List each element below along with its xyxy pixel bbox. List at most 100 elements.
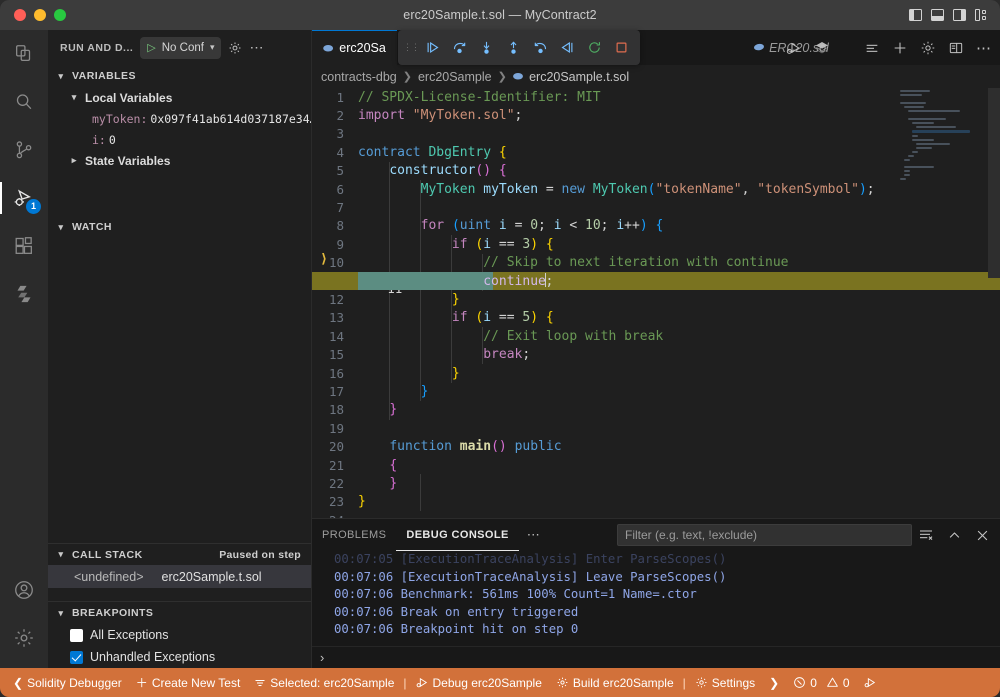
status-selected-project[interactable]: Selected: erc20Sample (247, 668, 401, 697)
debug-configuration-dropdown[interactable]: ▷ No Conf ▾ (140, 36, 222, 59)
section-breakpoints[interactable]: ▾ BREAKPOINTS (48, 602, 311, 624)
variable-row[interactable]: i: 0 (48, 129, 311, 150)
status-error-count[interactable]: 0 (786, 668, 824, 697)
breadcrumb-item-folder[interactable]: contracts-dbg (321, 70, 397, 84)
reverse-continue-button[interactable] (528, 35, 553, 61)
chevron-down-icon: ▾ (58, 70, 64, 81)
breadcrumb-item-file[interactable]: erc20Sample.t.sol (529, 70, 629, 84)
debug-console-output[interactable]: 00:07:05 [ExecutionTraceAnalysis] Enter … (312, 551, 1000, 646)
breadcrumb-item-subfolder[interactable]: erc20Sample (418, 70, 492, 84)
activitybar-item-manage[interactable] (0, 614, 48, 662)
panel-tab-label: PROBLEMS (322, 529, 387, 541)
debug-console-input[interactable]: › (312, 646, 1000, 668)
code-line: 13 if (i == 5) { (312, 309, 1000, 327)
run-debug-icon[interactable] (786, 40, 802, 56)
debug-settings-gear-icon[interactable] (228, 41, 242, 55)
activitybar-item-run-and-debug[interactable]: 1 (0, 174, 48, 222)
activity-bar: 1 (0, 30, 48, 668)
editor-tab-erc20sample[interactable]: ⬬ erc20Sa (312, 30, 397, 65)
console-filter-input[interactable]: Filter (e.g. text, !exclude) (617, 524, 912, 546)
checkbox-checked-icon[interactable] (70, 650, 83, 664)
status-warning-count[interactable]: 0 (824, 668, 857, 697)
code-line: 12 } (312, 290, 1000, 308)
activitybar-item-solidity[interactable] (0, 270, 48, 318)
breakpoint-unhandled-exceptions[interactable]: Unhandled Exceptions (48, 646, 311, 668)
gear-icon[interactable] (920, 40, 936, 56)
vscode-window: erc20Sample.t.sol — MyContract2 1 RUN AN… (0, 0, 1000, 697)
align-icon[interactable] (864, 40, 880, 56)
step-into-button[interactable] (474, 35, 499, 61)
split-add-icon[interactable] (892, 40, 908, 56)
group-local-variables[interactable]: ▾ Local Variables (48, 87, 311, 108)
panel-more-icon[interactable]: ⋯ (519, 527, 548, 543)
activitybar-item-explorer[interactable] (0, 30, 48, 78)
section-call-stack[interactable]: ▾ CALL STACK Paused on step (48, 543, 311, 565)
panel-icon[interactable] (948, 40, 964, 56)
minimap[interactable] (900, 88, 986, 180)
status-settings[interactable]: Settings (688, 668, 762, 697)
status-label: Settings (711, 675, 756, 690)
status-debug-project[interactable]: Debug erc20Sample (409, 668, 549, 697)
solidity-icon: ⬬ (512, 69, 524, 83)
step-back-button[interactable] (555, 35, 580, 61)
restart-button[interactable] (582, 35, 607, 61)
variable-name: i: (92, 132, 106, 147)
files-icon (13, 43, 35, 65)
line-number: 19 (328, 420, 344, 436)
activitybar-item-search[interactable] (0, 78, 48, 126)
toggle-primary-sidebar-icon[interactable] (909, 9, 922, 21)
status-debug-indicator[interactable] (857, 668, 884, 697)
layers-icon[interactable] (814, 40, 830, 56)
customize-layout-icon[interactable] (975, 9, 988, 21)
code-line: 10 // Skip to next iteration with contin… (312, 254, 1000, 272)
debug-badge: 1 (26, 199, 41, 214)
debug-configuration-label: No Conf (161, 41, 204, 54)
continue-button[interactable] (420, 35, 445, 61)
breakpoint-all-exceptions[interactable]: All Exceptions (48, 624, 311, 646)
collapse-panel-icon[interactable] (947, 528, 962, 543)
toggle-panel-icon[interactable] (931, 9, 944, 21)
editor-tab-label: erc20Sa (339, 41, 386, 55)
bottom-panel: PROBLEMS DEBUG CONSOLE ⋯ Filter (e.g. te… (312, 518, 1000, 668)
status-remote-indicator[interactable]: ❮ Solidity Debugger (6, 668, 129, 697)
status-create-new-test[interactable]: ＋ Create New Test (129, 668, 248, 697)
code-line: 2 import "MyToken.sol"; (312, 106, 1000, 124)
sidebar-more-icon[interactable]: ⋯ (249, 39, 264, 56)
variable-row[interactable]: myToken: 0x097f41ab614d037187e34… (48, 108, 311, 129)
breakpoint-label: Unhandled Exceptions (90, 650, 216, 664)
call-stack-row[interactable]: <undefined> erc20Sample.t.sol (48, 565, 311, 588)
close-window-button[interactable] (14, 9, 26, 21)
activitybar-item-source-control[interactable] (0, 126, 48, 174)
clear-console-icon[interactable] (918, 527, 934, 543)
status-overflow[interactable]: ❯ (762, 668, 786, 697)
minimize-window-button[interactable] (34, 9, 46, 21)
line-number: 6 (336, 181, 344, 197)
grip-icon[interactable]: ⋮⋮ (403, 35, 420, 61)
more-icon[interactable]: ⋯ (976, 39, 992, 57)
step-out-button[interactable] (501, 35, 526, 61)
activitybar-item-accounts[interactable] (0, 566, 48, 614)
line-number: 13 (328, 310, 344, 326)
status-build-project[interactable]: Build erc20Sample (549, 668, 681, 697)
toggle-secondary-sidebar-icon[interactable] (953, 9, 966, 21)
close-panel-icon[interactable] (975, 528, 990, 543)
activitybar-item-extensions[interactable] (0, 222, 48, 270)
status-label: Solidity Debugger (27, 675, 122, 690)
maximize-window-button[interactable] (54, 9, 66, 21)
tab-debug-console[interactable]: DEBUG CONSOLE (396, 519, 519, 551)
section-watch[interactable]: ▾ WATCH (48, 216, 311, 238)
debug-toolbar: ⋮⋮ (398, 30, 640, 65)
code-editor[interactable]: 1// SPDX-License-Identifier: MIT 2 import… (312, 88, 1000, 518)
editor-scrollbar[interactable] (988, 88, 1000, 278)
tab-problems[interactable]: PROBLEMS (312, 519, 396, 551)
line-number: 15 (328, 347, 344, 363)
checkbox-unchecked-icon[interactable] (70, 628, 83, 642)
section-variables[interactable]: ▾ VARIABLES (48, 65, 311, 87)
stop-button[interactable] (609, 35, 634, 61)
title-bar: erc20Sample.t.sol — MyContract2 (0, 0, 1000, 30)
chevron-right-icon: ❯ (497, 71, 507, 83)
step-over-button[interactable] (447, 35, 472, 61)
account-icon (13, 579, 35, 601)
group-state-variables[interactable]: ▸ State Variables (48, 150, 311, 171)
error-icon (793, 676, 806, 689)
